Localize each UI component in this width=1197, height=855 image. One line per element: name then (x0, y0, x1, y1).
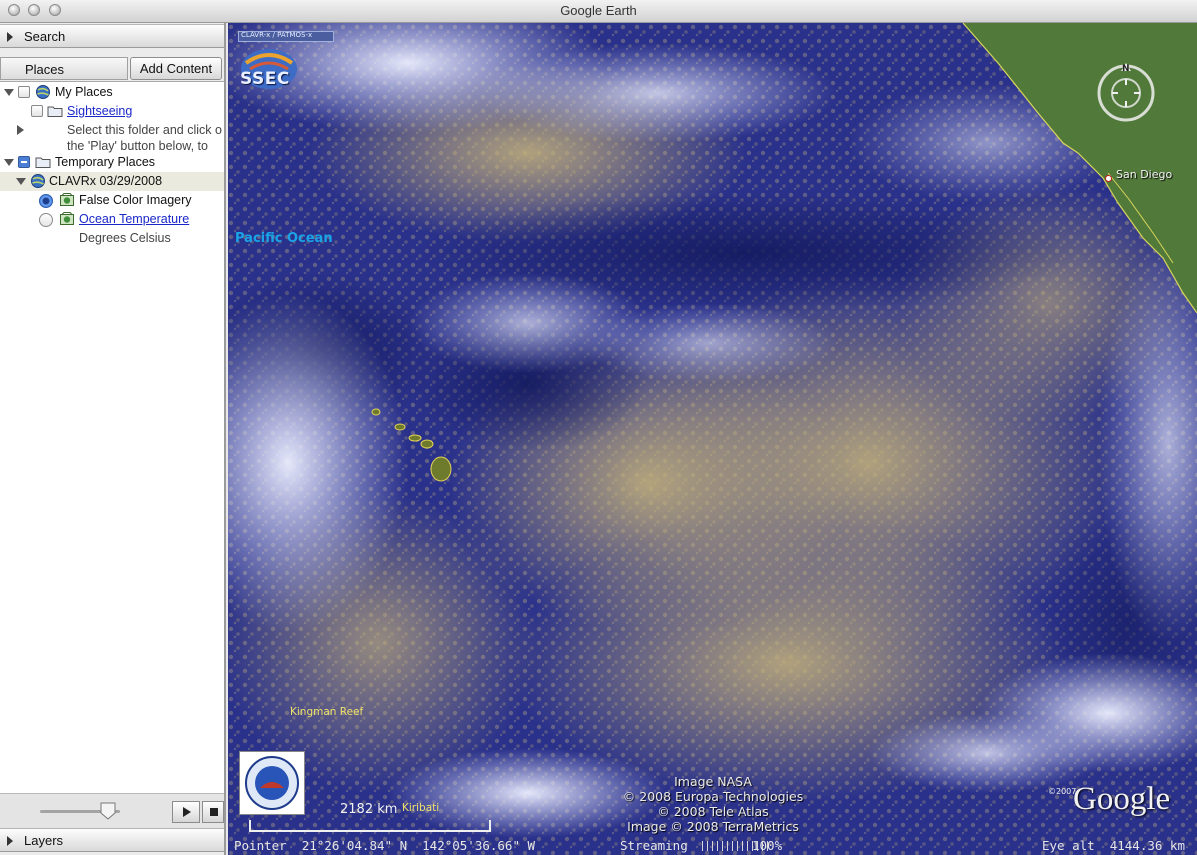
sidebar: Search Places Add Content My Places Sigh… (0, 23, 226, 855)
clavrx-banner-text: CLAVR-x / PATMOS-x (241, 31, 313, 39)
noaa-seal-icon (245, 756, 299, 810)
collapse-triangle-icon[interactable] (16, 178, 26, 185)
tree-item-false-color[interactable]: False Color Imagery (0, 191, 224, 210)
san-diego-marker[interactable] (1105, 175, 1112, 182)
ssec-logo-text: SSEC (240, 69, 290, 89)
slider-thumb[interactable] (100, 802, 116, 820)
pointer-coordinates: Pointer 21°26'04.84" N 142°05'36.66" W (234, 838, 536, 853)
clavrx-banner: CLAVR-x / PATMOS-x (238, 31, 334, 42)
tree-item-sightseeing[interactable]: Sightseeing (0, 102, 224, 121)
tree-item-label: Temporary Places (55, 155, 156, 169)
expand-triangle-icon (7, 32, 13, 42)
credit-line: Image © 2008 TerraMetrics (627, 819, 799, 834)
tour-controls (0, 793, 224, 828)
san-diego-label: San Diego (1116, 168, 1173, 181)
satellite-imagery (228, 23, 1197, 855)
collapse-triangle-icon[interactable] (4, 159, 14, 166)
window-title: Google Earth (560, 3, 637, 18)
credit-line: © 2008 Europa Technologies (622, 789, 804, 804)
image-overlay-icon (60, 212, 74, 225)
checkbox-mixed[interactable] (18, 156, 30, 168)
expand-triangle-icon[interactable] (17, 125, 24, 135)
places-tree: My Places Sightseeing Select this folder… (0, 81, 224, 817)
expand-triangle-icon (7, 836, 13, 846)
layers-panel-label: Layers (24, 833, 64, 848)
credit-line: Image NASA (674, 774, 752, 789)
globe-icon (31, 174, 45, 188)
play-tour-button[interactable] (172, 801, 200, 823)
pacific-ocean-label: Pacific Ocean (235, 231, 333, 246)
tree-item-link[interactable]: Sightseeing (67, 104, 132, 118)
folder-icon (47, 106, 63, 117)
places-panel-header[interactable]: Places (0, 57, 128, 80)
globe-icon (36, 85, 50, 99)
folder-icon (35, 157, 51, 168)
imagery-credits: Image NASA © 2008 Europa Technologies © … (588, 774, 838, 834)
scale-label: 2182 km (340, 802, 398, 817)
tree-item-description: Degrees Celsius (0, 229, 224, 248)
radio-selected[interactable] (39, 194, 53, 208)
tour-hint-line-2: the 'Play' button below, to (67, 139, 208, 153)
collapse-triangle-icon[interactable] (4, 89, 14, 96)
window-titlebar: Google Earth (0, 0, 1197, 23)
play-icon (183, 807, 191, 817)
stop-tour-button[interactable] (202, 801, 224, 823)
search-panel-header[interactable]: Search (0, 24, 224, 48)
places-bar: Places Add Content (0, 55, 224, 81)
radio-unselected[interactable] (39, 213, 53, 227)
image-overlay-icon (60, 193, 74, 206)
degrees-celsius-text: Degrees Celsius (79, 231, 171, 245)
google-logo: Google (1073, 781, 1171, 817)
tree-item-ocean-temperature[interactable]: Ocean Temperature (0, 210, 224, 229)
globe-view[interactable]: CLAVR-x / PATMOS-x SSEC N San Diego Paci… (228, 23, 1197, 855)
streaming-percent: 100% (752, 838, 783, 853)
tour-hint-line-1: Select this folder and click o (67, 123, 222, 137)
noaa-logo (239, 751, 305, 815)
tree-item-clavrx[interactable]: CLAVRx 03/29/2008 (0, 172, 224, 191)
add-content-button[interactable]: Add Content (130, 57, 222, 80)
tree-item-label: My Places (55, 85, 113, 99)
streaming-label: Streaming (620, 838, 688, 853)
places-panel-label: Places (25, 62, 65, 77)
layers-panel-header[interactable]: Layers (0, 828, 224, 852)
tree-item-my-places[interactable]: My Places (0, 83, 224, 102)
credit-line: © 2008 Tele Atlas (657, 804, 769, 819)
checkbox[interactable] (31, 105, 43, 117)
search-panel-label: Search (24, 29, 66, 44)
status-bar: Pointer 21°26'04.84" N 142°05'36.66" W S… (228, 835, 1197, 855)
compass-north-label: N (1122, 64, 1130, 74)
ssec-logo: SSEC (238, 47, 300, 93)
stop-icon (210, 808, 218, 816)
checkbox[interactable] (18, 86, 30, 98)
tree-item-temporary-places[interactable]: Temporary Places (0, 153, 224, 172)
tree-item-link[interactable]: Ocean Temperature (79, 212, 189, 226)
tree-item-label: False Color Imagery (79, 193, 192, 207)
kiribati-label: Kiribati (402, 802, 440, 814)
scale-bar (249, 820, 491, 832)
tree-item-label: CLAVRx 03/29/2008 (49, 174, 163, 188)
kingman-reef-label: Kingman Reef (290, 706, 364, 718)
eye-altitude: Eye alt 4144.36 km (1042, 838, 1185, 853)
